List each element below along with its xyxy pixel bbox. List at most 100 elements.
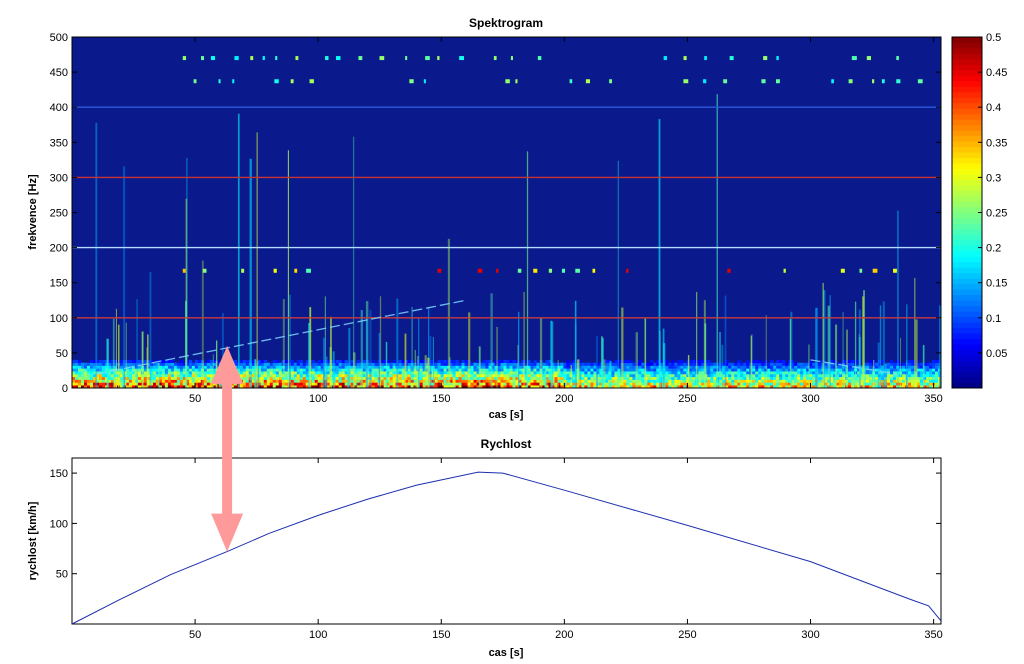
spectrogram-cell bbox=[77, 376, 82, 380]
speed-x-tick-label: 250 bbox=[678, 629, 696, 641]
spectrogram-cell bbox=[341, 371, 345, 375]
spectrogram-cell bbox=[611, 371, 615, 375]
spectrogram-cell bbox=[752, 373, 756, 378]
spectrogram-cell bbox=[314, 376, 319, 380]
spectrogram-cell bbox=[839, 368, 843, 372]
spectrogram-cell bbox=[137, 368, 142, 372]
spectrogram-streak bbox=[882, 301, 885, 388]
spectrogram-streak bbox=[884, 363, 887, 388]
spectrogram-cell bbox=[782, 359, 786, 364]
spectrogram-cell bbox=[935, 382, 939, 386]
spectrogram-cell bbox=[131, 359, 136, 364]
spectrogram-cell bbox=[794, 371, 798, 375]
spectrogram-cell bbox=[812, 376, 816, 380]
spectrogram-cell bbox=[737, 376, 741, 380]
spectrogram-cell bbox=[77, 379, 82, 383]
spectrogram-cell bbox=[626, 373, 630, 378]
spectrogram-streak bbox=[432, 336, 434, 388]
spectrogram-cell bbox=[668, 373, 672, 378]
spectrogram-cell bbox=[665, 376, 669, 380]
spectrogram-cell bbox=[554, 371, 558, 375]
spectrogram-cell bbox=[650, 382, 654, 386]
spectrogram-cell bbox=[626, 382, 630, 386]
spectrogram-cell bbox=[392, 368, 396, 372]
spectrogram-cell bbox=[851, 376, 855, 380]
spectrogram-streak bbox=[385, 341, 388, 388]
spectrogram-cell bbox=[77, 365, 82, 369]
spectrogram-cell bbox=[866, 371, 870, 375]
spectrogram-cell bbox=[401, 373, 405, 378]
spectrogram-cell bbox=[482, 365, 486, 369]
spectrogram-cell bbox=[803, 371, 807, 375]
spectrogram-cell bbox=[629, 359, 633, 364]
spectrogram-cell bbox=[335, 382, 339, 386]
spectrogram-cell bbox=[290, 371, 295, 375]
spectrogram-cell bbox=[131, 371, 136, 375]
spectrogram-streak bbox=[877, 342, 880, 388]
spectrogram-streak bbox=[609, 360, 612, 388]
spectrogram-cell bbox=[167, 359, 172, 364]
spectrogram-cell bbox=[269, 379, 274, 383]
spectrogram-cell bbox=[752, 382, 756, 386]
spectrogram-band-segment bbox=[866, 56, 871, 61]
spectrogram-cell bbox=[671, 371, 675, 375]
spectrogram-cell bbox=[239, 365, 244, 369]
spectrogram-cell bbox=[728, 368, 732, 372]
spectrogram-cell bbox=[911, 365, 915, 369]
spectrogram-cell bbox=[638, 368, 642, 372]
spectrogram-cell bbox=[566, 376, 570, 380]
spectrogram-cell bbox=[80, 373, 85, 378]
colorbar-segment bbox=[952, 141, 982, 148]
spectrogram-band-segment bbox=[893, 268, 897, 273]
spectrogram-cell bbox=[299, 359, 304, 364]
spectrogram-cell bbox=[533, 362, 537, 366]
spectrogram-streak bbox=[123, 166, 126, 388]
spectrogram-cell bbox=[611, 373, 615, 378]
spectrogram-cell bbox=[197, 365, 202, 369]
spectrogram-cell bbox=[932, 368, 936, 372]
spectrogram-cell bbox=[245, 368, 250, 372]
spectrogram-cell bbox=[698, 368, 702, 372]
spectrogram-cell bbox=[461, 373, 465, 378]
spectrogram-cell bbox=[632, 373, 636, 378]
spectrogram-cell bbox=[776, 368, 780, 372]
spectrogram-cell bbox=[866, 376, 870, 380]
spectrogram-cell bbox=[170, 368, 175, 372]
spectrogram-cell bbox=[818, 365, 822, 369]
spectrogram-cell bbox=[338, 373, 342, 378]
spectrogram-cell bbox=[245, 376, 250, 380]
spectrogram-cell bbox=[239, 362, 244, 366]
spectrogram-cell bbox=[179, 373, 184, 378]
spectrogram-cell bbox=[770, 368, 774, 372]
spectrogram-cell bbox=[707, 382, 711, 386]
spectrogram-cell bbox=[743, 376, 747, 380]
spectrogram-cell bbox=[179, 371, 184, 375]
spectrogram-cell bbox=[194, 359, 199, 364]
spectrogram-cell bbox=[170, 359, 175, 364]
spectrogram-cell bbox=[239, 368, 244, 372]
spectrogram-cell bbox=[311, 359, 316, 364]
spectrogram-cell bbox=[128, 368, 133, 372]
spectrogram-cell bbox=[713, 362, 717, 366]
spectrogram-cell bbox=[470, 373, 474, 378]
spectrogram-cell bbox=[341, 379, 345, 383]
spectrogram-cell bbox=[566, 359, 570, 364]
spectrogram-cell bbox=[587, 382, 591, 386]
spectrogram-band-segment bbox=[241, 268, 245, 273]
spectrogram-band-segment bbox=[437, 56, 440, 61]
spectrogram-cell bbox=[752, 371, 756, 375]
spectrogram-cell bbox=[512, 362, 516, 366]
colorbar-segment bbox=[952, 261, 982, 268]
spectrogram-cell bbox=[890, 371, 894, 375]
spectrogram-cell bbox=[605, 359, 609, 364]
spectrogram-band-segment bbox=[517, 268, 522, 273]
spectrogram-cell bbox=[737, 382, 741, 386]
speed-y-tick-label: 100 bbox=[50, 518, 68, 530]
spectrogram-streak bbox=[256, 132, 258, 388]
spectrogram-cell bbox=[803, 368, 807, 372]
spectrogram-cell bbox=[929, 379, 933, 383]
spectrogram-cell bbox=[299, 371, 304, 375]
spectrogram-cell bbox=[497, 371, 501, 375]
spectrogram-cell bbox=[278, 373, 283, 378]
spectrogram-xlabel: cas [s] bbox=[489, 409, 524, 421]
